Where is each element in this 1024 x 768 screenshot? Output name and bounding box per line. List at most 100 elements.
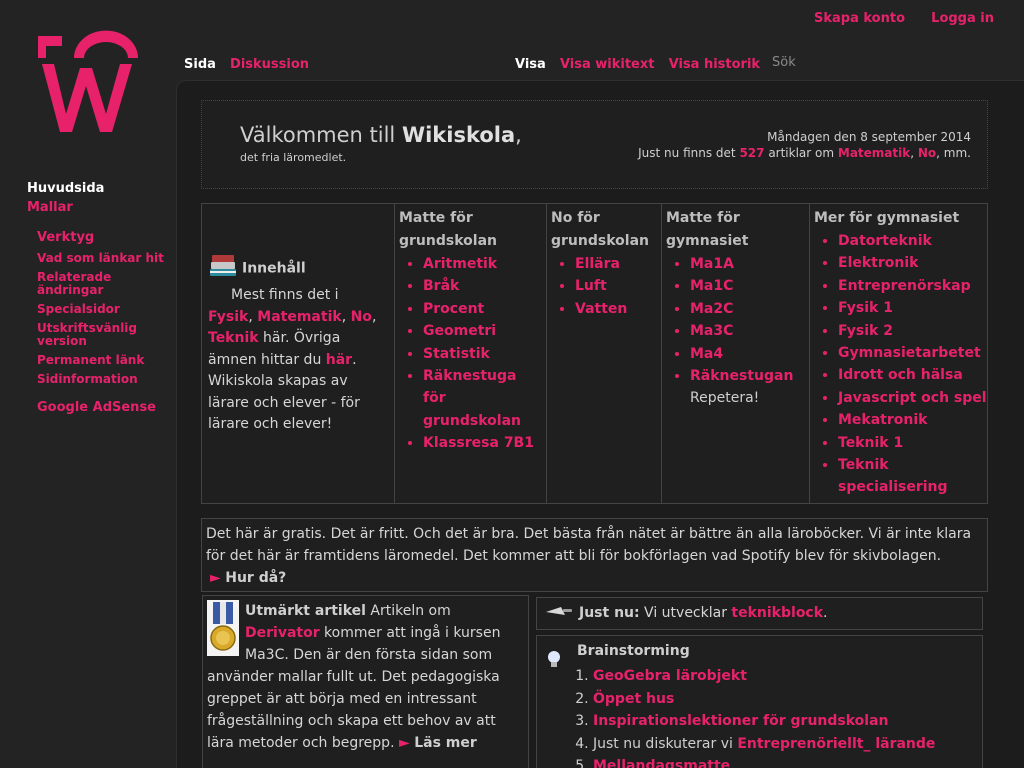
- create-account-link[interactable]: Skapa konto: [814, 11, 905, 26]
- current-date: Måndagen den 8 september 2014: [767, 130, 971, 144]
- list-item[interactable]: Mekatronik: [838, 412, 927, 428]
- intro-column: Innehåll Mest finns det i Fysik, Matemat…: [202, 204, 395, 503]
- tab-view-source[interactable]: Visa wikitext: [560, 57, 655, 72]
- list-item: Öppet hus: [593, 688, 974, 711]
- lightbulb-icon: [547, 650, 561, 674]
- login-link[interactable]: Logga in: [931, 11, 994, 26]
- list-item: Inspirationslektioner för grundskolan: [593, 710, 974, 733]
- other-subjects-link[interactable]: här: [326, 352, 352, 368]
- list-item[interactable]: Ma4: [690, 346, 723, 362]
- tab-page[interactable]: Sida: [184, 57, 216, 72]
- list-item: Just nu diskuterar vi Entreprenöriellt_ …: [593, 733, 974, 756]
- tool-related-changes[interactable]: Relaterade ändringar: [37, 270, 111, 297]
- intro-line1: Mest finns det i: [231, 287, 339, 303]
- list-item[interactable]: Klassresa 7B1: [423, 435, 534, 451]
- now-label: Just nu:: [579, 605, 640, 621]
- featured-article-box: Utmärkt artikel Artikeln om Derivator ko…: [202, 595, 529, 768]
- column-title: Mer för gymnasiet: [814, 210, 960, 226]
- list-item[interactable]: Ellära: [575, 256, 620, 272]
- namespace-tabs: Sida Diskussion: [184, 57, 309, 72]
- subjects-grid: Innehåll Mest finns det i Fysik, Matemat…: [201, 203, 988, 504]
- intro-wikiskola-text: Wikiskola skapas av lärare och elever - …: [208, 373, 360, 432]
- list-item[interactable]: Bråk: [423, 278, 459, 294]
- tab-history[interactable]: Visa historik: [669, 57, 760, 72]
- column-matte-grundskolan: Matte för grundskolan Aritmetik Bråk Pro…: [395, 204, 547, 503]
- medal-icon: [207, 600, 239, 656]
- tab-view[interactable]: Visa: [515, 57, 546, 72]
- how-link[interactable]: Hur då?: [225, 570, 286, 586]
- read-more-link[interactable]: Läs mer: [414, 735, 477, 751]
- list-item: Mellandagsmatte: [593, 755, 974, 768]
- teknikblock-link[interactable]: teknikblock: [731, 605, 823, 621]
- list-item[interactable]: Elektronik: [838, 255, 918, 271]
- tab-discussion[interactable]: Diskussion: [230, 57, 309, 72]
- list-item[interactable]: Räknestugan: [690, 368, 793, 384]
- list-item[interactable]: Vatten: [575, 301, 627, 317]
- brainstorming-list: GeoGebra lärobjekt Öppet hus Inspiration…: [593, 665, 974, 768]
- sidebar-templates[interactable]: Mallar: [27, 200, 177, 215]
- tool-page-info[interactable]: Sidinformation: [37, 372, 138, 386]
- no-link[interactable]: No: [351, 309, 372, 325]
- column-no-grundskolan: No för grundskolan Ellära Luft Vatten: [547, 204, 662, 503]
- list-item[interactable]: Statistik: [423, 346, 490, 362]
- intro-subjects: Fysik, Matematik, No, Teknik här. Övriga…: [208, 308, 377, 368]
- list-item[interactable]: Datorteknik: [838, 233, 932, 249]
- list-item[interactable]: Javascript och spel: [838, 390, 987, 406]
- welcome-tagline: det fria läromedlet.: [240, 151, 347, 164]
- list-item[interactable]: Entreprenörskap: [838, 278, 971, 294]
- tool-printable-version[interactable]: Utskriftsvänlig version: [37, 321, 137, 348]
- list-item[interactable]: Ma2C: [690, 301, 733, 317]
- tools-header[interactable]: Verktyg: [37, 230, 94, 245]
- subject-no-link[interactable]: No: [918, 146, 936, 160]
- tool-special-pages[interactable]: Specialsidor: [37, 302, 120, 316]
- list-item[interactable]: Ma3C: [690, 323, 733, 339]
- list-item[interactable]: Fysik 2: [838, 323, 893, 339]
- free-info-box: Det här är gratis. Det är fritt. Och det…: [201, 518, 988, 592]
- sidebar-main-page[interactable]: Huvudsida: [27, 181, 177, 196]
- sidebar: Huvudsida Mallar Verktyg Vad som länkar …: [27, 181, 177, 415]
- tool-what-links-here[interactable]: Vad som länkar hit: [37, 251, 164, 265]
- list-item[interactable]: Räknestuga för grundskolan: [423, 368, 521, 429]
- arrow-right-icon: ►: [210, 570, 221, 586]
- books-icon: [208, 252, 238, 285]
- list-item[interactable]: Teknik specialisering: [838, 457, 948, 495]
- list-item[interactable]: Fysik 1: [838, 300, 893, 316]
- matematik-link[interactable]: Matematik: [257, 309, 341, 325]
- personal-tools: Skapa konto Logga in: [792, 11, 994, 26]
- list-item[interactable]: Aritmetik: [423, 256, 497, 272]
- list-item-note: Repetera!: [690, 390, 760, 407]
- intro-title: Innehåll: [242, 260, 306, 277]
- list-item[interactable]: Procent: [423, 301, 484, 317]
- subject-math-link[interactable]: Matematik: [838, 146, 910, 160]
- site-logo[interactable]: [34, 28, 144, 138]
- arrow-right-icon: ►: [398, 735, 410, 751]
- fysik-link[interactable]: Fysik: [208, 309, 248, 325]
- list-item[interactable]: Idrott och hälsa: [838, 367, 963, 383]
- google-adsense-link[interactable]: Google AdSense: [37, 400, 177, 415]
- list-item[interactable]: Luft: [575, 278, 607, 294]
- column-title: Matte för gymnasiet: [666, 210, 749, 249]
- list-item[interactable]: Gymnasietarbetet: [838, 345, 981, 361]
- now-box: Just nu: Vi utvecklar teknikblock.: [536, 597, 983, 630]
- free-text: Det här är gratis. Det är fritt. Och det…: [206, 526, 972, 564]
- list-item[interactable]: Geometri: [423, 323, 496, 339]
- trowel-icon: [545, 603, 573, 623]
- search-input[interactable]: Sök: [772, 55, 796, 70]
- column-mer-gymnasiet: Mer för gymnasiet Datorteknik Elektronik…: [810, 204, 987, 503]
- welcome-box: Välkommen till Wikiskola, det fria lärom…: [201, 100, 988, 189]
- list-item[interactable]: Ma1A: [690, 256, 734, 272]
- tools-list: Verktyg Vad som länkar hit Relaterade än…: [37, 231, 177, 386]
- brainstorming-title: Brainstorming: [577, 643, 690, 659]
- list-item[interactable]: Ma1C: [690, 278, 733, 294]
- list-item[interactable]: Teknik 1: [838, 435, 903, 451]
- featured-article-link[interactable]: Derivator: [245, 625, 320, 641]
- teknik-link[interactable]: Teknik: [208, 330, 259, 346]
- article-count-link[interactable]: 527: [739, 146, 764, 160]
- list-item: GeoGebra lärobjekt: [593, 665, 974, 688]
- logo-icon: [38, 30, 138, 132]
- tool-permanent-link[interactable]: Permanent länk: [37, 353, 144, 367]
- featured-title: Utmärkt artikel: [245, 603, 366, 619]
- site-name: Wikiskola: [401, 123, 516, 147]
- brainstorming-box: Brainstorming GeoGebra lärobjekt Öppet h…: [536, 635, 983, 768]
- welcome-title: Välkommen till Wikiskola,: [240, 123, 522, 147]
